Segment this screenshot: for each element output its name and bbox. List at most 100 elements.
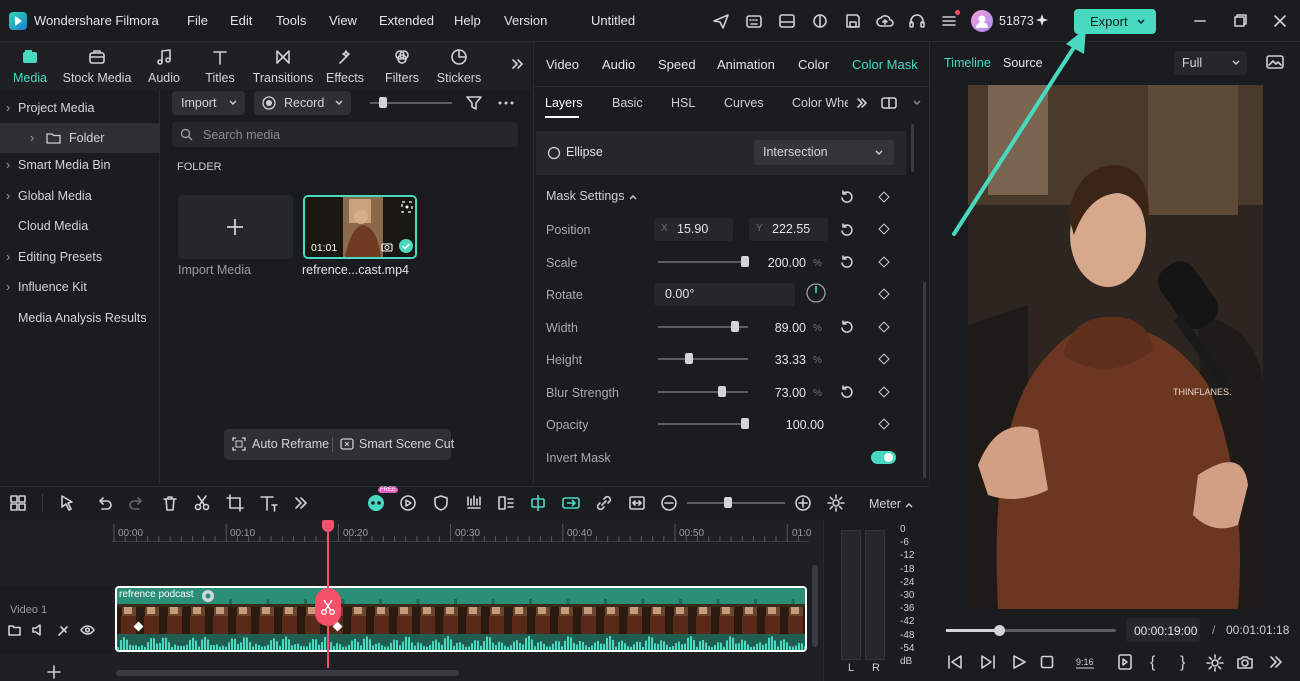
slider-knob[interactable] <box>741 418 750 429</box>
opacity-value[interactable]: 100.00 <box>756 418 824 432</box>
meter-toggle[interactable]: Meter <box>869 497 914 511</box>
tab-filters[interactable]: Filters <box>380 42 424 90</box>
playback-progress[interactable] <box>946 625 1116 636</box>
slider-knob[interactable] <box>717 386 726 397</box>
camera-snapshot-icon[interactable] <box>1236 654 1254 670</box>
visibility-eye-icon[interactable] <box>80 624 95 636</box>
tab-audio-props[interactable]: Audio <box>602 42 635 86</box>
audio-stretch-icon[interactable] <box>465 494 483 512</box>
ai-copilot-icon[interactable]: FREE <box>366 487 399 512</box>
keyframe-diamond-icon[interactable] <box>878 191 890 203</box>
sidebar-item-cloud-media[interactable]: Cloud Media <box>0 211 160 241</box>
text-tool-icon[interactable] <box>258 493 278 513</box>
layout-icon[interactable] <box>778 12 796 30</box>
zoom-out-icon[interactable] <box>660 494 678 512</box>
import-dropdown[interactable]: Import <box>172 91 245 115</box>
crop-icon[interactable] <box>226 494 244 512</box>
zoom-in-icon[interactable] <box>794 494 812 512</box>
slider-knob[interactable] <box>379 97 387 108</box>
scrollbar[interactable] <box>923 282 926 478</box>
collapse-icon[interactable] <box>912 98 922 108</box>
keyframe-diamond-icon[interactable] <box>878 386 890 398</box>
record-dropdown[interactable]: Record <box>254 91 351 115</box>
fullscreen-icon[interactable] <box>1268 654 1284 670</box>
mask-layer-row[interactable]: Ellipse Intersection <box>536 131 906 175</box>
mark-clip-icon[interactable] <box>1117 654 1133 670</box>
stop-icon[interactable] <box>1040 655 1054 669</box>
reset-icon[interactable] <box>840 190 853 203</box>
mark-out-icon[interactable]: } <box>1178 653 1192 671</box>
reset-icon[interactable] <box>840 223 853 236</box>
quality-select[interactable]: Full <box>1174 51 1247 75</box>
save-icon[interactable] <box>844 12 862 30</box>
undo-icon[interactable] <box>95 494 113 512</box>
playhead-handle[interactable] <box>322 520 334 532</box>
previous-frame-icon[interactable] <box>946 654 964 670</box>
reset-icon[interactable] <box>840 255 853 268</box>
tab-stock-media[interactable]: Stock Media <box>60 42 134 90</box>
mute-speaker-icon[interactable] <box>31 623 45 637</box>
compare-icon[interactable] <box>881 96 897 110</box>
tab-titles[interactable]: Titles <box>198 42 242 90</box>
cloud-upload-icon[interactable] <box>876 12 894 30</box>
position-x-field[interactable]: X 15.90 <box>654 218 733 241</box>
menu-help[interactable]: Help <box>454 0 481 42</box>
slider-knob[interactable] <box>730 321 739 332</box>
reset-icon[interactable] <box>840 385 853 398</box>
theme-icon[interactable] <box>811 12 829 30</box>
send-icon[interactable] <box>712 12 730 30</box>
thumbnail-size-slider[interactable] <box>370 97 452 108</box>
opacity-slider[interactable] <box>658 418 750 429</box>
keyboard-icon[interactable] <box>745 12 763 30</box>
height-value[interactable]: 33.33 <box>756 353 806 367</box>
more-tabs-icon[interactable] <box>509 56 525 72</box>
maximize-icon[interactable] <box>1232 13 1248 29</box>
media-clip-tile[interactable]: 01:01 <box>303 195 417 259</box>
slider-knob[interactable] <box>724 497 732 508</box>
sidebar-item-editing-presets[interactable]: › Editing Presets <box>0 242 160 272</box>
vertical-scrollbar[interactable] <box>812 565 818 647</box>
mask-mode-select[interactable]: Intersection <box>754 140 894 165</box>
filter-icon[interactable] <box>465 94 483 112</box>
zoom-slider[interactable] <box>687 497 785 508</box>
keyframe-diamond-icon[interactable] <box>878 353 890 365</box>
keyframe-diamond-icon[interactable] <box>878 321 890 333</box>
menu-tools[interactable]: Tools <box>276 0 306 42</box>
snapshot-icon[interactable] <box>1266 54 1284 70</box>
subtab-layers[interactable]: Layers <box>545 88 583 118</box>
detach-audio-icon[interactable] <box>497 494 515 512</box>
reset-icon[interactable] <box>840 320 853 333</box>
subtab-curves[interactable]: Curves <box>724 88 764 118</box>
play-icon[interactable] <box>1011 654 1027 670</box>
aspect-ratio-icon[interactable]: 9:16 <box>1074 654 1096 670</box>
link-icon[interactable] <box>595 494 613 512</box>
select-tool-icon[interactable] <box>59 494 77 512</box>
tab-transitions[interactable]: Transitions <box>250 42 316 90</box>
keyframe-diamond-icon[interactable] <box>878 223 890 235</box>
subtab-hsl[interactable]: HSL <box>671 88 695 118</box>
scale-value[interactable]: 200.00 <box>756 256 806 270</box>
invert-mask-toggle[interactable] <box>871 451 896 464</box>
lock-track-icon[interactable] <box>56 623 70 637</box>
tab-media[interactable]: Media <box>5 42 55 90</box>
progress-knob[interactable] <box>993 625 1005 636</box>
speed-ramp-icon[interactable] <box>399 494 417 512</box>
sidebar-item-project-media[interactable]: › Project Media <box>0 93 160 123</box>
menu-extended[interactable]: Extended <box>379 0 434 42</box>
tab-audio[interactable]: Audio <box>141 42 187 90</box>
rotate-dial-icon[interactable] <box>805 282 827 304</box>
menu-file[interactable]: File <box>187 0 208 42</box>
settings-gear-icon[interactable] <box>1206 654 1224 672</box>
folder-track-icon[interactable] <box>8 624 21 636</box>
slider-knob[interactable] <box>741 256 750 267</box>
rotate-field[interactable]: 0.00° <box>654 283 795 306</box>
add-track-icon[interactable] <box>47 665 61 679</box>
shield-icon[interactable] <box>432 494 450 512</box>
blur-strength-value[interactable]: 73.00 <box>756 386 806 400</box>
menu-view[interactable]: View <box>329 0 357 42</box>
more-tools-icon[interactable] <box>292 494 310 512</box>
fit-timeline-icon[interactable] <box>628 494 646 512</box>
subtab-color-wheels[interactable]: Color Whe <box>792 88 848 118</box>
close-icon[interactable] <box>1272 13 1288 29</box>
tab-animation[interactable]: Animation <box>717 42 775 86</box>
